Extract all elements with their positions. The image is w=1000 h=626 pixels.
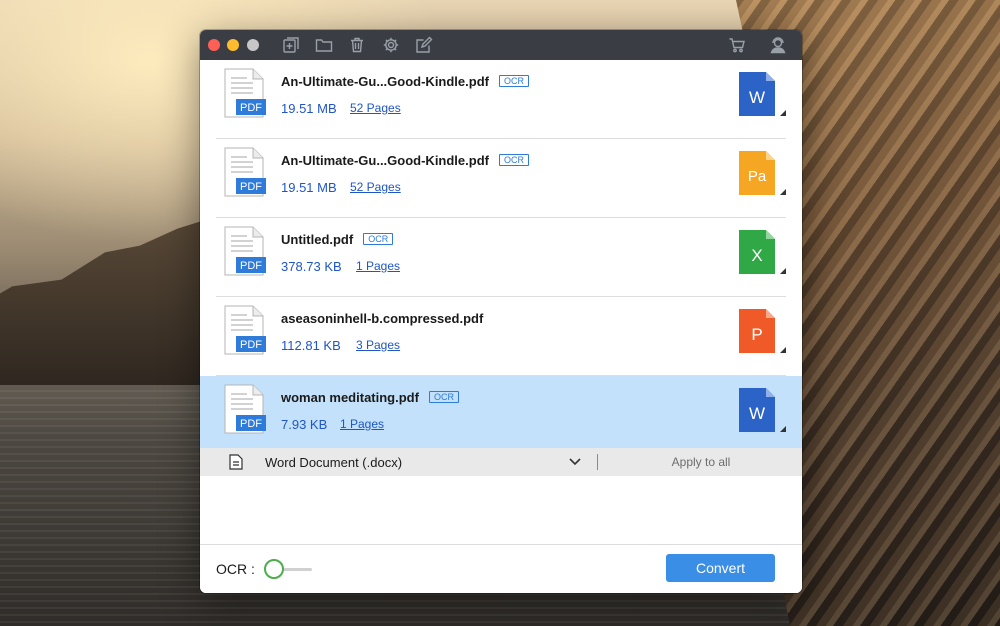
ocr-badge: OCR	[498, 154, 529, 166]
file-name: An-Ultimate-Gu...Good-Kindle.pdf OCR	[281, 74, 529, 89]
page-count-link[interactable]: 52 Pages	[350, 180, 401, 194]
file-size: 378.73 KB	[281, 259, 342, 274]
page-count-link[interactable]: 1 Pages	[356, 259, 400, 273]
file-name: An-Ultimate-Gu...Good-Kindle.pdf OCR	[281, 153, 529, 168]
ocr-label: OCR :	[216, 561, 255, 577]
pdf-file-label: PDF	[240, 418, 262, 430]
format-icon-label: X	[751, 246, 762, 265]
pdf-file-icon: PDF	[224, 147, 266, 197]
file-size: 7.93 KB	[281, 417, 328, 432]
format-icon-label: Pa	[748, 168, 767, 185]
file-name: aseasoninhell-b.compressed.pdf	[281, 311, 483, 326]
pdf-file-icon: PDF	[224, 305, 266, 355]
ocr-badge: OCR	[498, 75, 529, 87]
document-icon	[229, 454, 243, 470]
format-menu-caret-icon[interactable]	[780, 189, 786, 195]
apply-to-all-button[interactable]: Apply to all	[640, 455, 762, 469]
output-format-bar: Word Document (.docx) Apply to all	[200, 448, 802, 476]
pdf-file-label: PDF	[240, 102, 262, 114]
page-count-link[interactable]: 3 Pages	[356, 338, 400, 352]
ocr-badge: OCR	[428, 391, 459, 403]
edit-icon[interactable]	[415, 36, 433, 54]
page-count-link[interactable]: 52 Pages	[350, 101, 401, 115]
file-size: 112.81 KB	[281, 338, 341, 353]
file-row[interactable]: PDF An-Ultimate-Gu...Good-Kindle.pdf OCR …	[200, 139, 802, 218]
file-name-text: An-Ultimate-Gu...Good-Kindle.pdf	[281, 153, 489, 168]
chevron-down-icon[interactable]	[569, 457, 581, 467]
file-list: PDF An-Ultimate-Gu...Good-Kindle.pdf OCR …	[200, 60, 802, 457]
file-row[interactable]: PDF aseasoninhell-b.compressed.pdf 112.8…	[200, 297, 802, 376]
add-file-icon[interactable]	[282, 36, 300, 54]
word-format-icon[interactable]: W	[738, 387, 776, 433]
format-menu-caret-icon[interactable]	[780, 268, 786, 274]
pdf-file-icon: PDF	[224, 384, 266, 434]
file-row-selected[interactable]: PDF woman meditating.pdf OCR 7.93 KB 1 Pa…	[200, 376, 802, 457]
file-name: woman meditating.pdf OCR	[281, 390, 459, 405]
format-icon-label: P	[751, 325, 762, 344]
divider	[597, 454, 598, 470]
excel-format-icon[interactable]: X	[738, 229, 776, 275]
app-window: PDF An-Ultimate-Gu...Good-Kindle.pdf OCR …	[200, 30, 802, 593]
powerpoint-format-icon[interactable]: P	[738, 308, 776, 354]
cart-icon[interactable]	[728, 36, 746, 54]
file-name: Untitled.pdf OCR	[281, 232, 394, 247]
maximize-window-button[interactable]	[247, 39, 259, 51]
gear-icon[interactable]	[382, 36, 400, 54]
minimize-window-button[interactable]	[227, 39, 239, 51]
format-menu-caret-icon[interactable]	[780, 426, 786, 432]
support-icon[interactable]	[769, 36, 787, 54]
word-format-icon[interactable]: W	[738, 71, 776, 117]
convert-button[interactable]: Convert	[666, 554, 775, 582]
ocr-toggle[interactable]	[264, 558, 312, 580]
pages-format-icon[interactable]: Pa	[738, 150, 776, 196]
format-menu-caret-icon[interactable]	[780, 347, 786, 353]
output-format-select[interactable]: Word Document (.docx)	[265, 455, 402, 470]
pdf-file-label: PDF	[240, 339, 262, 351]
pdf-file-icon: PDF	[224, 68, 266, 118]
format-menu-caret-icon[interactable]	[780, 110, 786, 116]
ocr-badge: OCR	[363, 233, 394, 245]
title-bar	[200, 30, 802, 60]
file-name-text: aseasoninhell-b.compressed.pdf	[281, 311, 484, 326]
format-icon-label: W	[749, 88, 765, 107]
ocr-toggle-knob[interactable]	[264, 559, 284, 579]
file-row[interactable]: PDF An-Ultimate-Gu...Good-Kindle.pdf OCR …	[200, 60, 802, 139]
trash-icon[interactable]	[348, 36, 366, 54]
bottom-bar: OCR : Convert	[200, 544, 802, 593]
page-count-link[interactable]: 1 Pages	[340, 417, 384, 431]
file-name-text: An-Ultimate-Gu...Good-Kindle.pdf	[281, 74, 489, 89]
file-row[interactable]: PDF Untitled.pdf OCR 378.73 KB 1 Pages X	[200, 218, 802, 297]
close-window-button[interactable]	[208, 39, 220, 51]
file-size: 19.51 MB	[281, 180, 337, 195]
file-name-text: Untitled.pdf	[281, 232, 354, 247]
file-name-text: woman meditating.pdf	[281, 390, 419, 405]
pdf-file-label: PDF	[240, 260, 262, 272]
format-icon-label: W	[749, 404, 765, 423]
file-size: 19.51 MB	[281, 101, 337, 116]
pdf-file-label: PDF	[240, 181, 262, 193]
pdf-file-icon: PDF	[224, 226, 266, 276]
folder-icon[interactable]	[315, 36, 333, 54]
